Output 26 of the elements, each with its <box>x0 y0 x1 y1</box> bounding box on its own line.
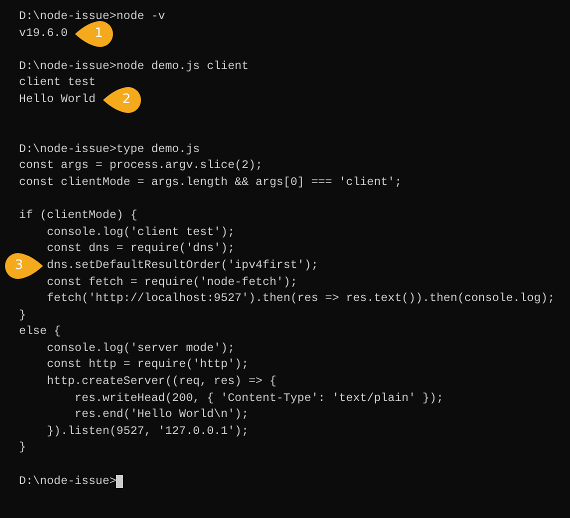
terminal-line: else { <box>19 324 61 340</box>
terminal-line: if (clientMode) { <box>19 208 138 224</box>
terminal-line: Hello World <box>19 92 96 108</box>
terminal-line: D:\node-issue> <box>19 474 116 490</box>
terminal-line: console.log('client test'); <box>46 224 235 241</box>
terminal-line: D:\node-issue>node demo.js client <box>19 58 249 75</box>
terminal-line: D:\node-issue>type demo.js <box>19 142 200 158</box>
terminal-line: const clientMode = args.length && args[0] === 'client'; <box>19 174 402 191</box>
terminal-line: const fetch = require('node-fetch'); <box>46 274 298 290</box>
terminal-line: const args = process.argv.slice(2); <box>19 158 263 174</box>
terminal-line: const http = require('http'); <box>46 357 249 374</box>
terminal-line: http.createServer((req, res) => { <box>46 374 276 390</box>
terminal-line: console.log('server mode'); <box>46 340 235 357</box>
terminal-line: v19.6.0 <box>19 26 68 42</box>
terminal-line: } <box>19 440 26 456</box>
terminal-line: res.end('Hello World\n'); <box>74 407 249 424</box>
terminal-line: fetch('http://localhost:9527').then(res => res.text()).then(console.log); <box>46 291 555 308</box>
terminal-line: } <box>19 308 26 324</box>
callout-marker: 2 <box>102 85 142 116</box>
callout-marker: 1 <box>74 18 114 49</box>
terminal-line: dns.setDefaultResultOrder('ipv4first'); <box>46 258 318 274</box>
callout-marker: 3 <box>4 250 44 281</box>
terminal-line: client test <box>19 75 96 92</box>
terminal-line: }).listen(9527, '127.0.0.1'); <box>46 424 249 440</box>
terminal-line: const dns = require('dns'); <box>46 241 235 258</box>
terminal-line: res.writeHead(200, { 'Content-Type': 'text/plain' }); <box>74 390 444 407</box>
